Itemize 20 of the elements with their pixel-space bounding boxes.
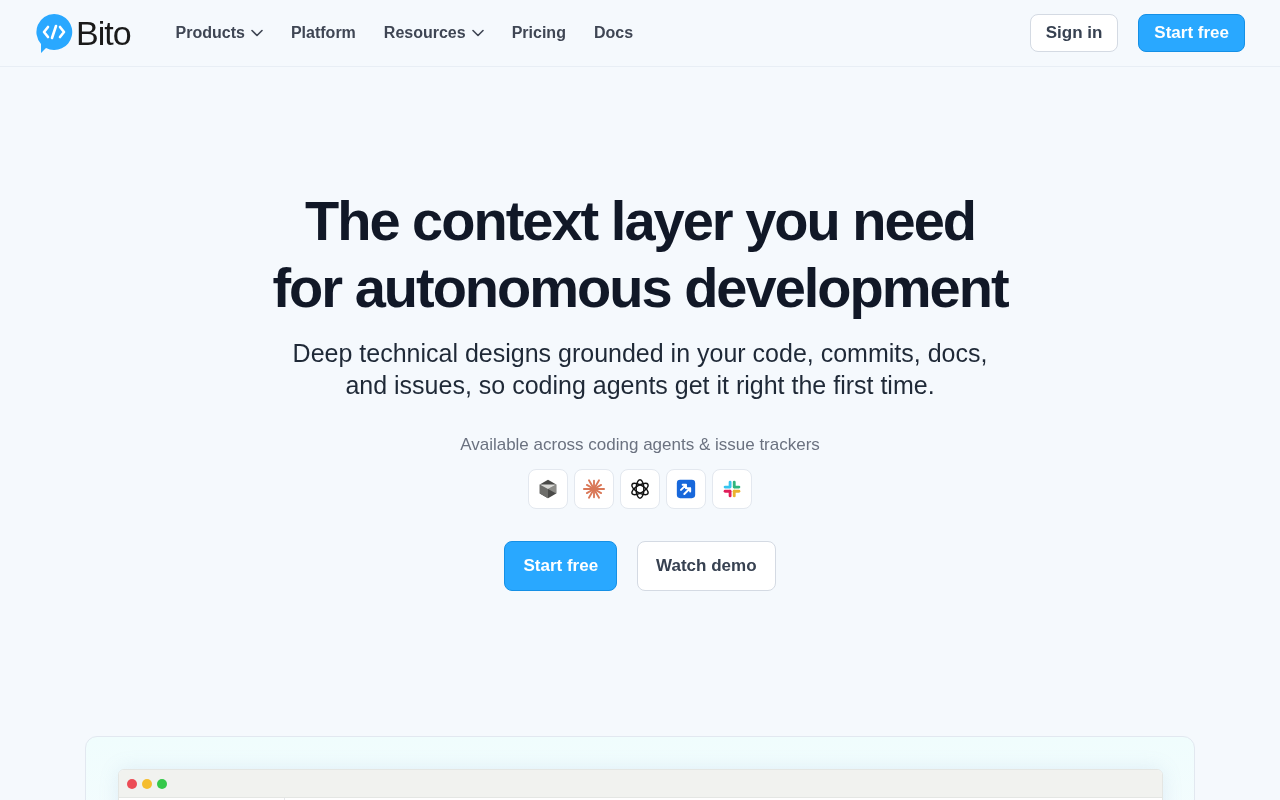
watch-demo-button[interactable]: Watch demo bbox=[637, 541, 776, 591]
starburst-icon bbox=[574, 469, 614, 509]
hash-icon bbox=[712, 469, 752, 509]
cube-icon bbox=[528, 469, 568, 509]
atom-icon bbox=[620, 469, 660, 509]
maximize-dot-icon[interactable] bbox=[157, 778, 167, 789]
nav-link[interactable]: Pricing bbox=[511, 24, 566, 42]
close-dot-icon[interactable] bbox=[127, 778, 137, 789]
logo-wordmark[interactable]: Bito bbox=[76, 13, 131, 53]
nav-link[interactable]: Resources bbox=[383, 24, 484, 42]
integrations-label: Available across coding agents & issue trackers bbox=[460, 434, 820, 456]
minimize-dot-icon[interactable] bbox=[142, 778, 152, 789]
nav-link[interactable]: Docs bbox=[593, 24, 634, 42]
hero-heading: The context layer you need for autonomous development bbox=[272, 188, 1008, 321]
nav-link[interactable]: Platform bbox=[290, 24, 356, 42]
nav-link[interactable]: Products bbox=[175, 24, 263, 42]
double-arrow-tile-icon bbox=[666, 469, 706, 509]
sign-in-button[interactable]: Sign in bbox=[1029, 14, 1119, 52]
hero-subtitle: Deep technical designs grounded in your code, commits, docs, and issues, so coding agents get it right the first time. bbox=[292, 338, 988, 401]
speech-bubble-code-icon[interactable] bbox=[35, 13, 73, 53]
